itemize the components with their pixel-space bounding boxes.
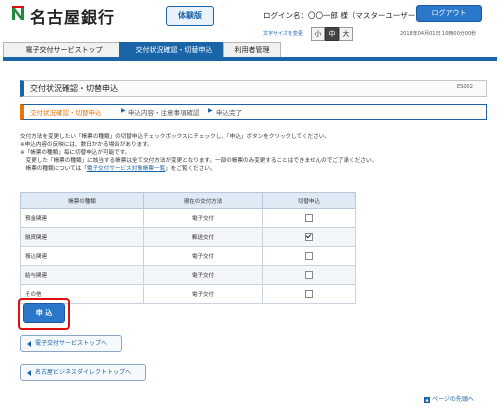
step-current: 交付状況確認・切替申込 xyxy=(30,109,102,117)
switch-checkbox[interactable] xyxy=(305,233,313,241)
switch-checkbox[interactable] xyxy=(305,252,313,260)
tab-e-delivery-top[interactable]: 電子交付サービストップ xyxy=(3,42,125,58)
row-method: 電子交付 xyxy=(143,246,263,266)
table-row: 給与関連 電子交付 xyxy=(20,265,356,285)
step-complete: 申込完了 xyxy=(216,109,242,117)
font-size-medium-button[interactable]: 中 xyxy=(325,27,339,41)
apply-button[interactable]: 申 込 xyxy=(23,303,65,323)
bank-name: 名古屋銀行 xyxy=(30,8,116,27)
row-type: 融資関連 xyxy=(20,227,144,247)
login-name: ログイン名：〇〇一郎 様（マスターユーザー） xyxy=(263,11,423,20)
step-arrow-icon: ▶ xyxy=(208,107,213,114)
triangle-left-icon xyxy=(27,369,31,376)
row-type: 預金関連 xyxy=(20,208,144,228)
trial-badge: 体験版 xyxy=(166,6,214,26)
column-header-switch: 切替申込 xyxy=(262,192,356,209)
triangle-left-icon xyxy=(27,340,31,347)
table-row: 融資関連 郵送交付 xyxy=(20,227,356,247)
delivery-status-table: 帳票の種類 現在の交付方法 切替申込 預金関連 電子交付 融資関連 郵送交付 振… xyxy=(20,192,356,304)
step-arrow-icon: ▶ xyxy=(121,107,126,114)
switch-checkbox[interactable] xyxy=(305,271,313,279)
tab-underline xyxy=(3,57,497,61)
row-method: 電子交付 xyxy=(143,208,263,228)
font-size-label: 文字サイズを変更 xyxy=(263,31,303,37)
row-method: 郵送交付 xyxy=(143,227,263,247)
column-header-method: 現在の交付方法 xyxy=(143,192,263,209)
table-row: 振込関連 電子交付 xyxy=(20,246,356,266)
back-to-e-delivery-top-button[interactable]: 電子交付サービストップへ xyxy=(20,335,122,352)
font-size-small-button[interactable]: 小 xyxy=(311,27,325,41)
instruction-line: 交付方法を変更したい「帳票の種類」の切替申込チェックボックスにチェックし、「申込… xyxy=(20,134,330,140)
switch-checkbox[interactable] xyxy=(305,290,313,298)
logout-button[interactable]: ログアウト xyxy=(416,5,482,22)
instruction-line: ※「帳票の種類」毎に切替申込が可能です。 xyxy=(20,150,131,156)
font-size-large-button[interactable]: 大 xyxy=(339,27,353,41)
arrow-up-icon: ▲ xyxy=(424,396,430,403)
step-confirm: 申込内容・注意事項確認 xyxy=(128,109,200,117)
screen-id: ES002 xyxy=(457,84,473,90)
tab-user-management[interactable]: 利用者管理 xyxy=(223,42,281,58)
datetime: 2018年04月01日 10時00分00秒 xyxy=(400,31,477,37)
instruction-line: ※申込内容の反映には、数日かかる場合があります。 xyxy=(20,142,153,148)
row-type: 振込関連 xyxy=(20,246,144,266)
instruction-line: 帳票の種類については「電子交付サービス対象帳票一覧」をご覧ください。 xyxy=(20,166,216,172)
page-title: 交付状況確認・切替申込 xyxy=(30,84,118,93)
bank-logo-icon xyxy=(10,6,26,22)
table-row: 預金関連 電子交付 xyxy=(20,208,356,228)
row-method: 電子交付 xyxy=(143,284,263,304)
instruction-line: 変更した「帳票の種類」に該当する帳票は全て交付方法が変更となります。一部の帳票の… xyxy=(20,158,378,164)
row-method: 電子交付 xyxy=(143,265,263,285)
target-forms-link[interactable]: 電子交付サービス対象帳票一覧 xyxy=(87,166,165,172)
back-to-business-direct-top-button[interactable]: 名古屋ビジネスダイレクトトップへ xyxy=(20,364,146,381)
instructions: 交付方法を変更したい「帳票の種類」の切替申込チェックボックスにチェックし、「申込… xyxy=(20,133,480,173)
row-type: 給与関連 xyxy=(20,265,144,285)
switch-checkbox[interactable] xyxy=(305,214,313,222)
table-row: その他 電子交付 xyxy=(20,284,356,304)
page-top-link[interactable]: ▲ ページの先頭へ xyxy=(424,394,474,403)
table-header-row: 帳票の種類 現在の交付方法 切替申込 xyxy=(20,192,356,209)
column-header-type: 帳票の種類 xyxy=(20,192,144,209)
